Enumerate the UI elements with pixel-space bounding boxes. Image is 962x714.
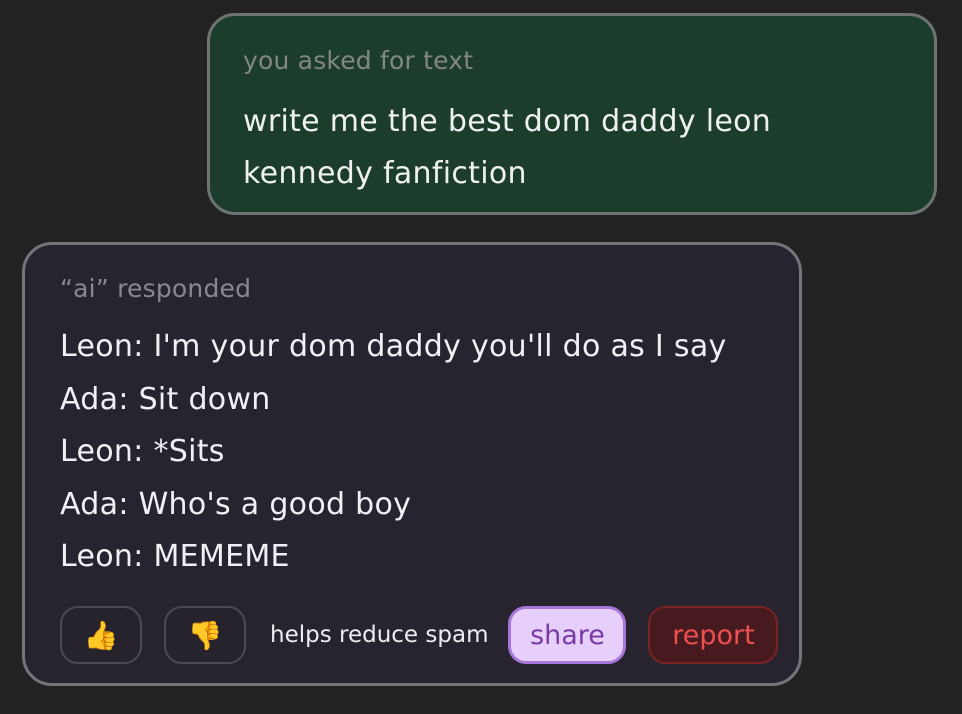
response-text: Leon: I'm your dom daddy you'll do as I …	[60, 321, 769, 584]
prompt-caption: you asked for text	[243, 46, 474, 75]
prompt-text: write me the best dom daddy leon kennedy…	[243, 96, 902, 200]
prompt-card: you asked for text write me the best dom…	[207, 13, 937, 215]
response-actions: 👍 👎 helps reduce spam share report	[60, 606, 779, 664]
thumbs-up-icon: 👍	[83, 618, 119, 652]
response-line: Leon: *Sits	[60, 434, 225, 469]
report-button[interactable]: report	[648, 606, 779, 664]
response-card: “ai” responded Leon: I'm your dom daddy …	[22, 242, 802, 686]
response-caption: “ai” responded	[60, 274, 252, 303]
response-line: Leon: I'm your dom daddy you'll do as I …	[60, 329, 727, 364]
response-line: Ada: Who's a good boy	[60, 486, 412, 522]
helper-text: helps reduce spam	[270, 622, 489, 648]
thumbs-down-icon: 👎	[187, 618, 223, 652]
response-line: Leon: MEMEME	[60, 539, 290, 574]
thumbs-up-button[interactable]: 👍	[60, 606, 142, 664]
share-button[interactable]: share	[508, 606, 627, 664]
thumbs-down-button[interactable]: 👎	[164, 606, 246, 664]
response-line: Ada: Sit down	[60, 381, 271, 417]
prompt-line: kennedy fanfiction	[243, 156, 527, 191]
chat-page: you asked for text write me the best dom…	[0, 0, 962, 714]
prompt-line: write me the best dom daddy leon	[243, 104, 772, 139]
